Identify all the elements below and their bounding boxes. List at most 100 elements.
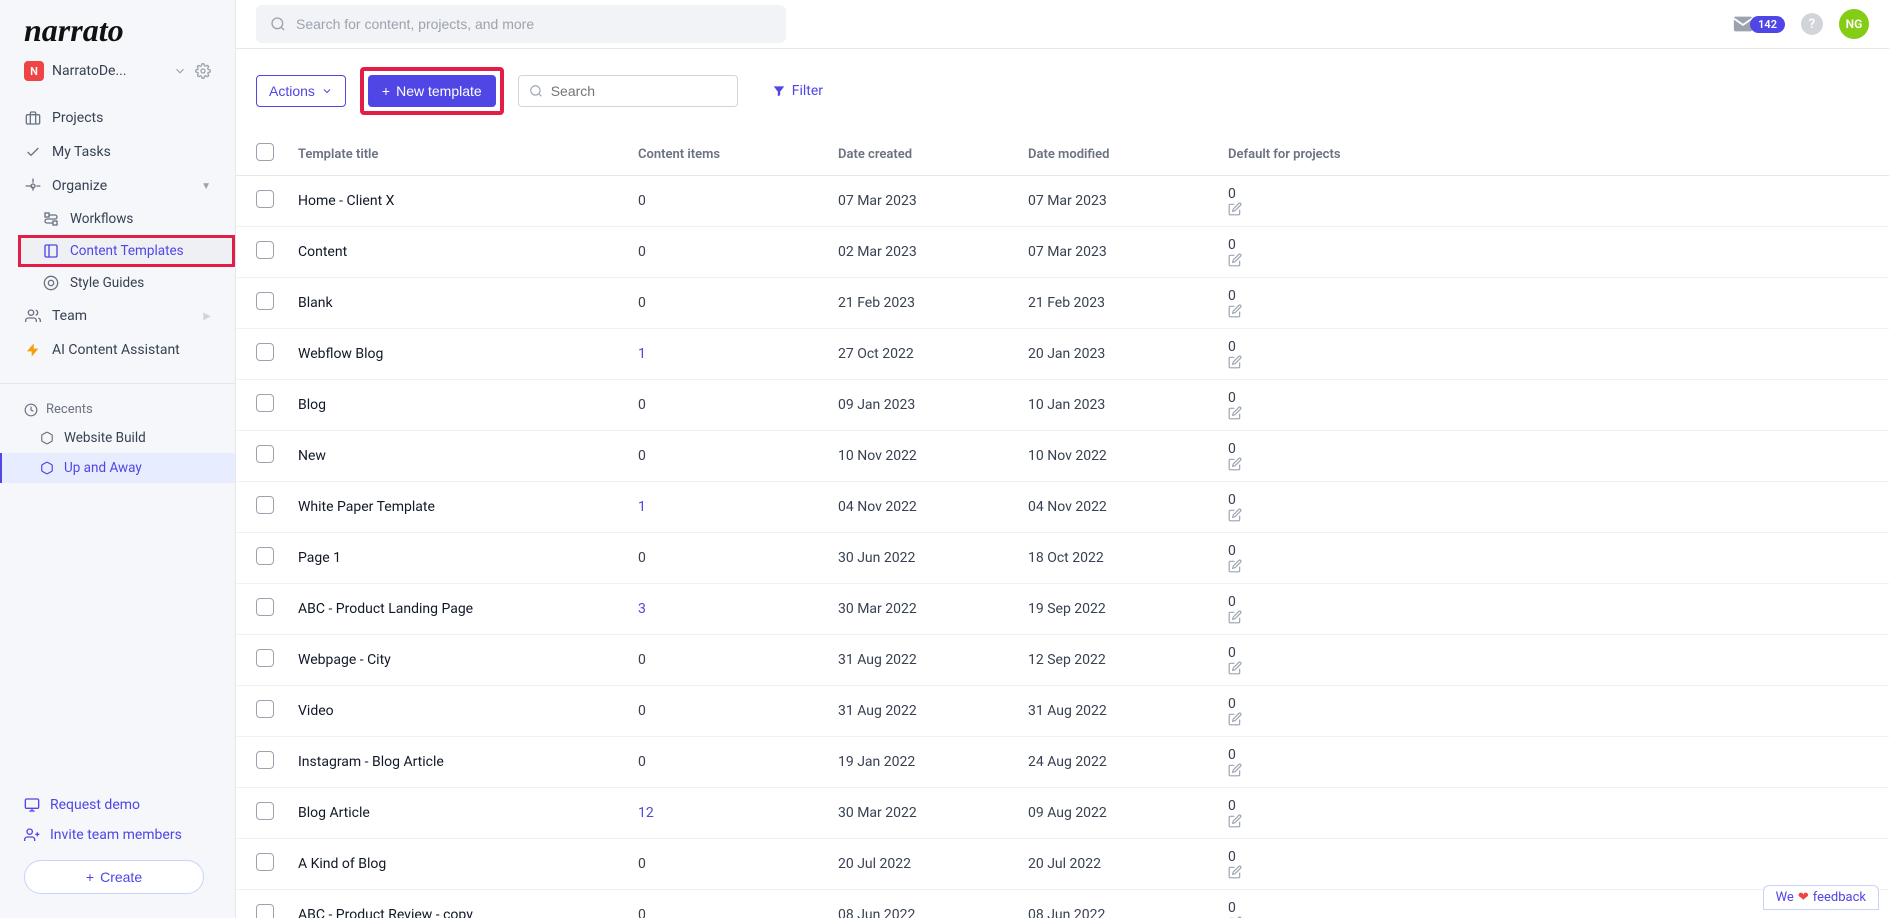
sidebar-item-my-tasks[interactable]: My Tasks (0, 135, 235, 169)
table-row[interactable]: ABC - Product Landing Page330 Mar 202219… (236, 584, 1889, 635)
row-checkbox[interactable] (256, 445, 274, 463)
sidebar-item-organize[interactable]: Organize ▼ (0, 169, 235, 203)
row-checkbox[interactable] (256, 547, 274, 565)
table-row[interactable]: Webpage - City031 Aug 202212 Sep 20220 (236, 635, 1889, 686)
select-all-checkbox[interactable] (256, 143, 274, 161)
edit-icon[interactable] (1228, 712, 1877, 726)
create-button[interactable]: + Create (24, 860, 204, 894)
cell-title[interactable]: Instagram - Blog Article (286, 737, 626, 788)
cell-title[interactable]: New (286, 431, 626, 482)
edit-icon[interactable] (1228, 355, 1877, 369)
edit-icon[interactable] (1228, 865, 1877, 879)
cell-title[interactable]: Content (286, 227, 626, 278)
invite-members-link[interactable]: Invite team members (24, 820, 211, 850)
global-search[interactable] (256, 5, 786, 43)
edit-icon[interactable] (1228, 763, 1877, 777)
column-header-items[interactable]: Content items (626, 133, 826, 176)
workspace-switcher[interactable]: N NarratoDe... (0, 53, 235, 97)
cell-title[interactable]: Home - Client X (286, 176, 626, 227)
table-row[interactable]: A Kind of Blog020 Jul 202220 Jul 20220 (236, 839, 1889, 890)
table-row[interactable]: New010 Nov 202210 Nov 20220 (236, 431, 1889, 482)
edit-icon[interactable] (1228, 406, 1877, 420)
help-button[interactable]: ? (1801, 13, 1823, 35)
table-row[interactable]: Blank021 Feb 202321 Feb 20230 (236, 278, 1889, 329)
edit-icon[interactable] (1228, 304, 1877, 318)
table-search-input[interactable] (551, 83, 732, 99)
cell-title[interactable]: White Paper Template (286, 482, 626, 533)
actions-button[interactable]: Actions (256, 75, 346, 107)
cell-title[interactable]: Blog (286, 380, 626, 431)
notifications[interactable]: 142 (1732, 13, 1785, 35)
cell-title[interactable]: Webpage - City (286, 635, 626, 686)
row-checkbox[interactable] (256, 598, 274, 616)
cell-items[interactable]: 1 (626, 482, 826, 533)
cell-title[interactable]: Webflow Blog (286, 329, 626, 380)
sidebar-item-team[interactable]: Team ▶ (0, 299, 235, 333)
chevron-down-icon[interactable] (173, 64, 187, 78)
row-checkbox[interactable] (256, 853, 274, 871)
row-checkbox[interactable] (256, 241, 274, 259)
table-row[interactable]: Instagram - Blog Article019 Jan 202224 A… (236, 737, 1889, 788)
avatar[interactable]: NG (1839, 9, 1869, 39)
table-row[interactable]: Blog009 Jan 202310 Jan 20230 (236, 380, 1889, 431)
edit-icon[interactable] (1228, 253, 1877, 267)
row-checkbox[interactable] (256, 751, 274, 769)
table-row[interactable]: Webflow Blog127 Oct 202220 Jan 20230 (236, 329, 1889, 380)
search-icon (270, 16, 286, 32)
edit-icon[interactable] (1228, 202, 1877, 216)
cell-items[interactable]: 12 (626, 788, 826, 839)
cell-title[interactable]: Page 1 (286, 533, 626, 584)
edit-icon[interactable] (1228, 814, 1877, 828)
cell-title[interactable]: Blog Article (286, 788, 626, 839)
cell-title[interactable]: A Kind of Blog (286, 839, 626, 890)
cell-items[interactable]: 3 (626, 584, 826, 635)
cell-title[interactable]: ABC - Product Landing Page (286, 584, 626, 635)
table-row[interactable]: Video031 Aug 202231 Aug 20220 (236, 686, 1889, 737)
new-template-button[interactable]: + New template (368, 75, 496, 107)
table-row[interactable]: Home - Client X007 Mar 202307 Mar 20230 (236, 176, 1889, 227)
row-checkbox[interactable] (256, 700, 274, 718)
row-checkbox[interactable] (256, 802, 274, 820)
filter-button[interactable]: Filter (772, 83, 823, 99)
edit-icon[interactable] (1228, 610, 1877, 624)
row-checkbox[interactable] (256, 496, 274, 514)
column-header-title[interactable]: Template title (286, 133, 626, 176)
cell-title[interactable]: Video (286, 686, 626, 737)
sidebar-item-label: Style Guides (70, 275, 144, 291)
cell-items[interactable]: 1 (626, 329, 826, 380)
global-search-input[interactable] (296, 16, 772, 32)
edit-icon[interactable] (1228, 457, 1877, 471)
cell-title[interactable]: Blank (286, 278, 626, 329)
gear-icon[interactable] (195, 63, 211, 79)
table-row[interactable]: Blog Article1230 Mar 202209 Aug 20220 (236, 788, 1889, 839)
edit-icon[interactable] (1228, 559, 1877, 573)
column-header-modified[interactable]: Date modified (1016, 133, 1216, 176)
sidebar-item-ai-assistant[interactable]: AI Content Assistant (0, 333, 235, 367)
cell-default: 0 (1216, 737, 1889, 788)
table-row[interactable]: ABC - Product Review - copy008 Jun 20220… (236, 890, 1889, 918)
edit-icon[interactable] (1228, 508, 1877, 522)
row-checkbox[interactable] (256, 190, 274, 208)
table-row[interactable]: Page 1030 Jun 202218 Oct 20220 (236, 533, 1889, 584)
request-demo-link[interactable]: Request demo (24, 790, 211, 820)
feedback-pill[interactable]: We ❤ feedback (1763, 885, 1879, 910)
row-checkbox[interactable] (256, 394, 274, 412)
row-checkbox[interactable] (256, 292, 274, 310)
table-row[interactable]: White Paper Template104 Nov 202204 Nov 2… (236, 482, 1889, 533)
filter-icon (772, 84, 786, 98)
cell-title[interactable]: ABC - Product Review - copy (286, 890, 626, 918)
sidebar-item-content-templates[interactable]: Content Templates (18, 235, 235, 267)
row-checkbox[interactable] (256, 343, 274, 361)
column-header-created[interactable]: Date created (826, 133, 1016, 176)
table-search[interactable] (518, 75, 738, 107)
sidebar-item-workflows[interactable]: Workflows (18, 203, 235, 235)
column-header-default[interactable]: Default for projects (1216, 133, 1889, 176)
sidebar-item-style-guides[interactable]: Style Guides (18, 267, 235, 299)
edit-icon[interactable] (1228, 661, 1877, 675)
sidebar-item-projects[interactable]: Projects (0, 101, 235, 135)
recent-item-up-and-away[interactable]: Up and Away (0, 453, 235, 483)
row-checkbox[interactable] (256, 904, 274, 918)
table-row[interactable]: Content002 Mar 202307 Mar 20230 (236, 227, 1889, 278)
recent-item-website-build[interactable]: Website Build (0, 423, 235, 453)
row-checkbox[interactable] (256, 649, 274, 667)
